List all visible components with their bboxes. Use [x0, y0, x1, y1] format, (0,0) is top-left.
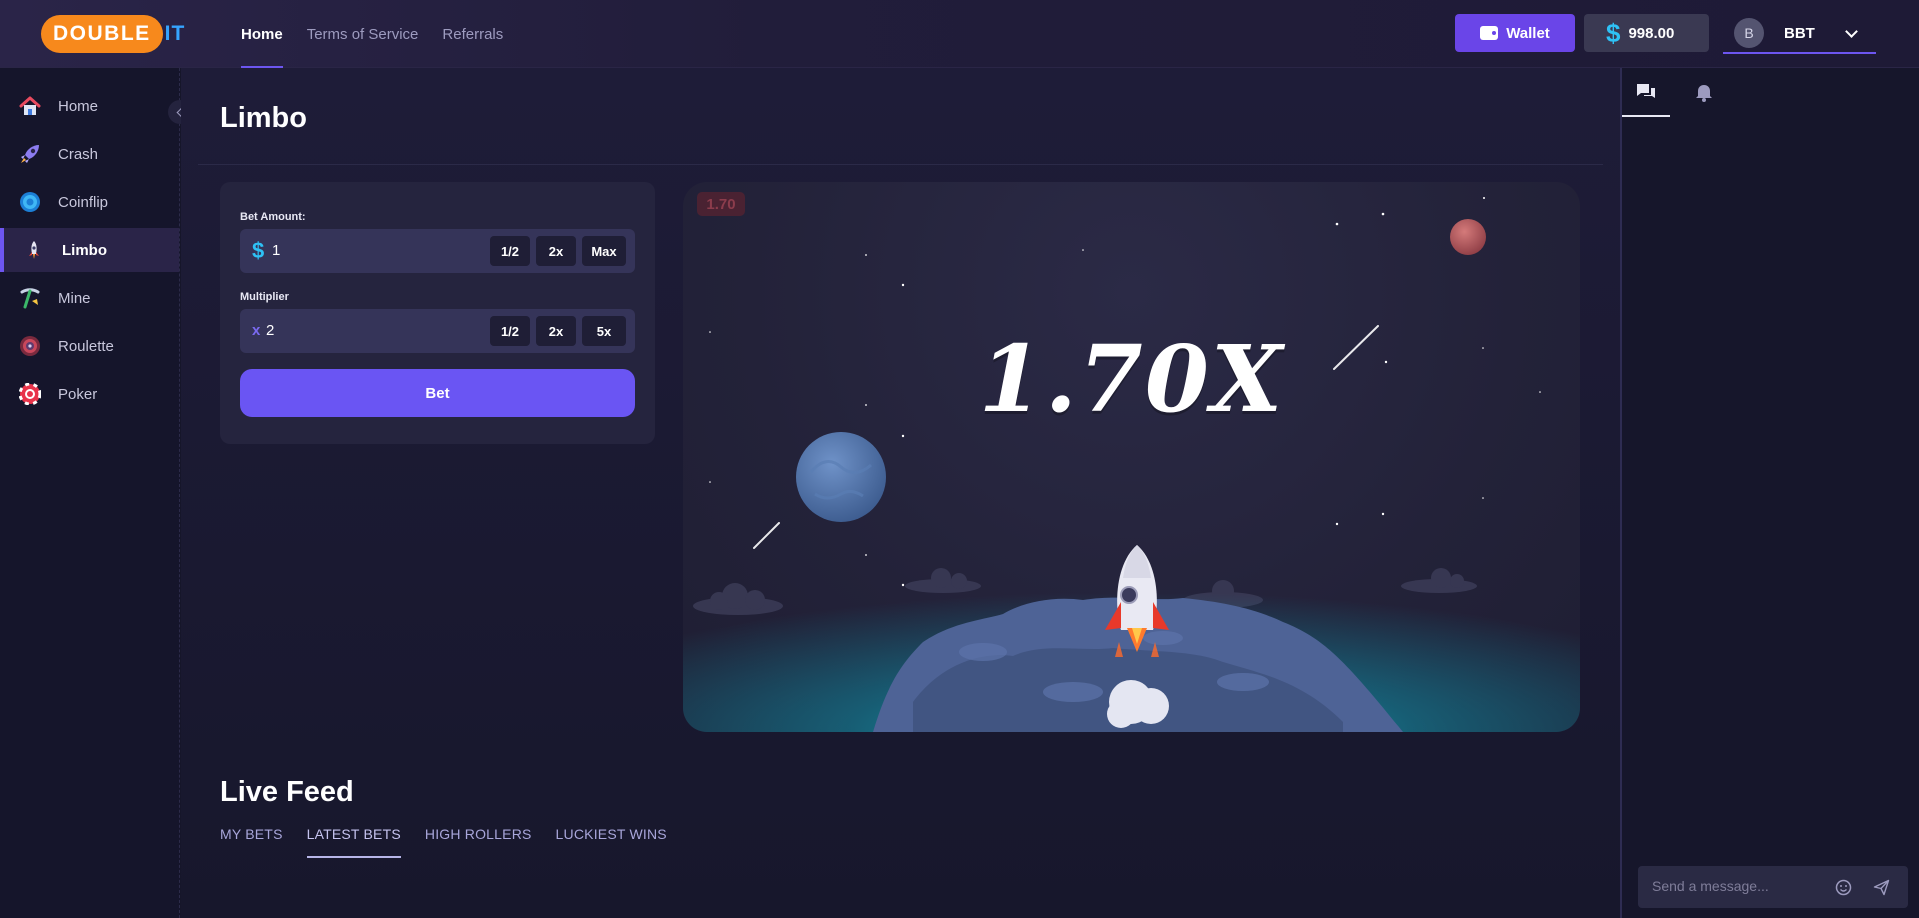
tab-latest-bets[interactable]: LATEST BETS: [306, 826, 402, 858]
dollar-icon: $: [1606, 18, 1621, 48]
sidebar-item-label: Crash: [58, 145, 99, 163]
nav-home[interactable]: Home: [241, 0, 283, 68]
tab-high-rollers[interactable]: HIGH ROLLERS: [425, 826, 532, 858]
last-result-badge: 1.70: [697, 192, 745, 216]
bet-amount-field: $ 1/2 2x Max: [240, 229, 635, 273]
username: BBT: [1784, 24, 1815, 42]
chevron-down-icon: [1845, 25, 1858, 38]
wallet-button[interactable]: Wallet: [1455, 14, 1575, 52]
multiply-icon: x: [252, 322, 261, 339]
top-nav: Home Terms of Service Referrals: [241, 0, 527, 68]
page-title: Limbo: [220, 102, 307, 134]
sidebar-item-mine[interactable]: Mine: [0, 276, 179, 320]
sidebar-item-coinflip[interactable]: Coinflip: [0, 180, 179, 224]
bet-amount-label: Bet Amount:: [240, 211, 306, 223]
tab-notifications[interactable]: [1680, 68, 1728, 117]
sidebar-item-label: Coinflip: [58, 193, 109, 211]
sidebar-item-label: Mine: [58, 289, 91, 307]
pickaxe-icon: [20, 288, 40, 309]
dollar-icon: $: [252, 238, 265, 263]
bet-amount-input[interactable]: [272, 242, 452, 259]
limbo-game-canvas: [683, 182, 1580, 732]
house-icon: [19, 96, 41, 115]
nav-terms-of-service[interactable]: Terms of Service: [307, 0, 419, 68]
sidebar-item-label: Home: [58, 97, 99, 115]
message-composer: [1638, 866, 1908, 908]
wallet-label: Wallet: [1506, 24, 1550, 42]
current-multiplier: 1.70X: [978, 325, 1285, 433]
sidebar-item-poker[interactable]: Poker: [0, 372, 179, 416]
tab-my-bets[interactable]: MY BETS: [220, 826, 283, 858]
multiplier-double-button[interactable]: 2x: [536, 316, 576, 346]
bell-icon: [1696, 84, 1712, 102]
chat-icon: [1637, 83, 1655, 98]
tab-luckiest-wins[interactable]: LUCKIEST WINS: [556, 826, 667, 858]
sidebar-item-label: Limbo: [62, 241, 107, 259]
live-feed-title: Live Feed: [220, 776, 354, 808]
multiplier-half-button[interactable]: 1/2: [490, 316, 530, 346]
chat-panel: [1620, 68, 1919, 918]
sidebar-item-crash[interactable]: Crash: [0, 132, 179, 176]
balance-display: $ 998.00: [1584, 14, 1709, 52]
logo-accent-text: IT: [164, 22, 186, 45]
double-it-logo[interactable]: DOUBLE IT: [41, 15, 185, 53]
limbo-rocket-icon: [29, 241, 39, 259]
blue-planet: [796, 432, 886, 522]
rocket-icon: [21, 145, 39, 163]
bet-button[interactable]: Bet: [240, 369, 635, 417]
space-scene: [683, 197, 1580, 732]
send-icon[interactable]: [1873, 879, 1890, 896]
red-planet: [1450, 219, 1486, 255]
sidebar-item-roulette[interactable]: Roulette: [0, 324, 179, 368]
top-navbar: DOUBLE IT Home Terms of Service Referral…: [0, 0, 1919, 68]
balance-amount: 998.00: [1628, 24, 1675, 42]
coin-icon: [20, 192, 40, 212]
live-feed-tabs: MY BETS LATEST BETS HIGH ROLLERS LUCKIES…: [220, 826, 691, 858]
tab-chat[interactable]: [1622, 68, 1670, 117]
bet-amount-max-button[interactable]: Max: [582, 236, 626, 266]
avatar: B: [1734, 18, 1764, 48]
nav-referrals[interactable]: Referrals: [442, 0, 503, 68]
sidebar-item-home[interactable]: Home: [0, 84, 179, 128]
sidebar-item-limbo[interactable]: Limbo: [0, 228, 179, 272]
sidebar: Home Crash Coinflip Limbo Mine Roulette …: [0, 68, 180, 918]
poker-chip-icon: [19, 383, 41, 405]
sidebar-item-label: Roulette: [58, 337, 114, 355]
multiplier-label: Multiplier: [240, 291, 289, 303]
emoji-icon[interactable]: [1835, 879, 1852, 896]
sidebar-item-label: Poker: [58, 385, 98, 403]
wallet-icon: [1480, 26, 1499, 40]
multiplier-5x-button[interactable]: 5x: [582, 316, 626, 346]
roulette-icon: [20, 336, 40, 356]
message-input[interactable]: [1652, 878, 1832, 894]
logo-main-text: DOUBLE: [41, 15, 163, 53]
user-menu[interactable]: B BBT: [1723, 14, 1876, 54]
multiplier-field: x 1/2 2x 5x: [240, 309, 635, 353]
title-divider: [198, 164, 1603, 165]
bet-amount-half-button[interactable]: 1/2: [490, 236, 530, 266]
multiplier-input[interactable]: [266, 322, 446, 339]
bet-amount-double-button[interactable]: 2x: [536, 236, 576, 266]
